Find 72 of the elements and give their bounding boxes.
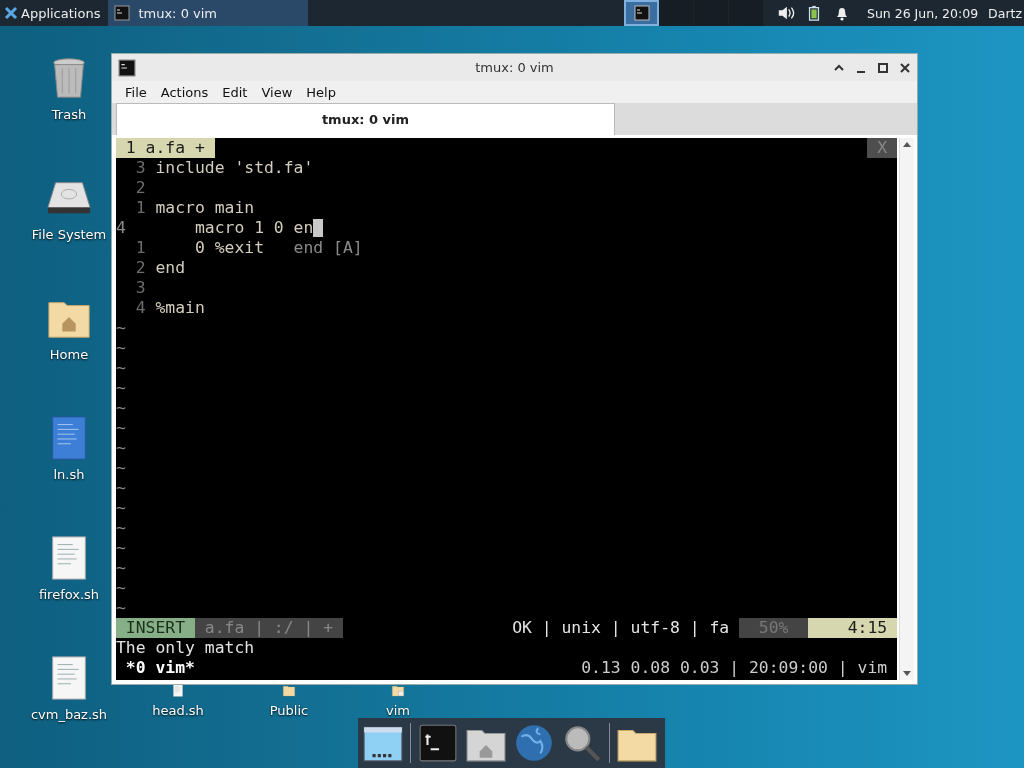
line-number: 4 (134, 298, 146, 318)
line-number: 4 (116, 218, 127, 238)
empty-line-marker: ~ (116, 378, 126, 398)
empty-line-marker: ~ (116, 558, 126, 578)
menu-item[interactable]: File (118, 84, 154, 100)
empty-line-marker: ~ (116, 398, 126, 418)
desktop-icon-label[interactable]: head.sh (152, 703, 204, 718)
text-cursor (313, 219, 324, 237)
empty-line-marker: ~ (116, 358, 126, 378)
status-file: a.fa | :/ | + (194, 618, 343, 638)
empty-line-marker: ~ (116, 318, 126, 338)
code-text: include 'std.fa' (155, 158, 314, 178)
status-position: 4:15 (808, 618, 897, 638)
code-text: macro main (155, 198, 255, 218)
empty-line-marker: ~ (116, 418, 126, 438)
terminal-icon (633, 5, 650, 21)
status-info: OK | unix | utf-8 | fa (511, 618, 731, 638)
tmux-status: 0.13 0.08 0.03 | 20:09:00 | vim (581, 658, 889, 678)
mode-indicator: INSERT (116, 618, 195, 638)
desktop-icon-label[interactable]: Public (269, 703, 309, 718)
terminal-icon (118, 58, 136, 77)
xfce-icon (4, 6, 18, 20)
terminal-icon (114, 5, 131, 21)
menu-item[interactable]: View (254, 84, 300, 100)
code-text: macro 1 0 en (193, 218, 314, 238)
completion-hint: end [A] (293, 238, 363, 258)
line-number: 2 (134, 178, 146, 198)
line-number: 3 (134, 278, 146, 298)
terminal-icon[interactable] (417, 722, 459, 764)
line-number: 2 (134, 258, 146, 278)
scroll-down-icon[interactable] (902, 670, 912, 678)
scroll-up-icon[interactable] (902, 140, 912, 148)
empty-line-marker: ~ (116, 438, 126, 458)
vim-tab[interactable]: 1 a.fa + (116, 138, 215, 158)
menu-item[interactable]: Edit (215, 84, 255, 100)
empty-line-marker: ~ (116, 538, 126, 558)
scrollbar[interactable] (899, 138, 914, 680)
globe-icon[interactable] (513, 722, 555, 764)
volume-icon[interactable] (776, 5, 795, 21)
code-text: end (155, 258, 186, 278)
desktop-icon-label[interactable]: firefox.sh (38, 587, 100, 602)
empty-line-marker: ~ (116, 598, 126, 618)
user-name[interactable]: Dartz (988, 5, 1022, 21)
maximize-icon[interactable] (877, 61, 889, 74)
window-title: tmux: 0 vim (475, 60, 554, 75)
empty-line-marker: ~ (116, 478, 126, 498)
line-number: 1 (134, 198, 146, 218)
code-text: 0 %exit (193, 238, 265, 258)
close-icon[interactable] (899, 61, 911, 74)
taskbar-button[interactable]: tmux: 0 vim (108, 0, 309, 26)
desktop-icon-label[interactable]: cvm_baz.sh (30, 707, 108, 722)
desktop-icon-label[interactable]: vim (386, 703, 410, 718)
workspace-button[interactable] (624, 0, 660, 26)
desktop-icon-label[interactable]: Trash (51, 107, 87, 122)
applications-menu[interactable]: Applications (0, 0, 105, 26)
desktop-icon-label[interactable]: ln.sh (53, 467, 85, 482)
line-number: 3 (134, 158, 146, 178)
terminal-tab[interactable]: tmux: 0 vim (116, 103, 615, 135)
message-line: The only match (116, 638, 255, 658)
clock[interactable]: Sun 26 Jun, 20:09 (866, 5, 979, 21)
tmux-window[interactable]: *0 vim* (116, 658, 195, 678)
empty-line-marker: ~ (116, 338, 126, 358)
empty-line-marker: ~ (116, 578, 126, 598)
code-text: %main (155, 298, 205, 318)
desktop-icon-label[interactable]: Home (49, 347, 89, 362)
empty-line-marker: ~ (116, 458, 126, 478)
menu-item[interactable]: Actions (153, 84, 216, 100)
empty-line-marker: ~ (116, 518, 126, 538)
empty-line-marker: ~ (116, 498, 126, 518)
desktop-icon-label[interactable]: File System (31, 227, 107, 242)
line-number: 1 (134, 238, 146, 258)
menu-item[interactable]: Help (299, 84, 343, 100)
